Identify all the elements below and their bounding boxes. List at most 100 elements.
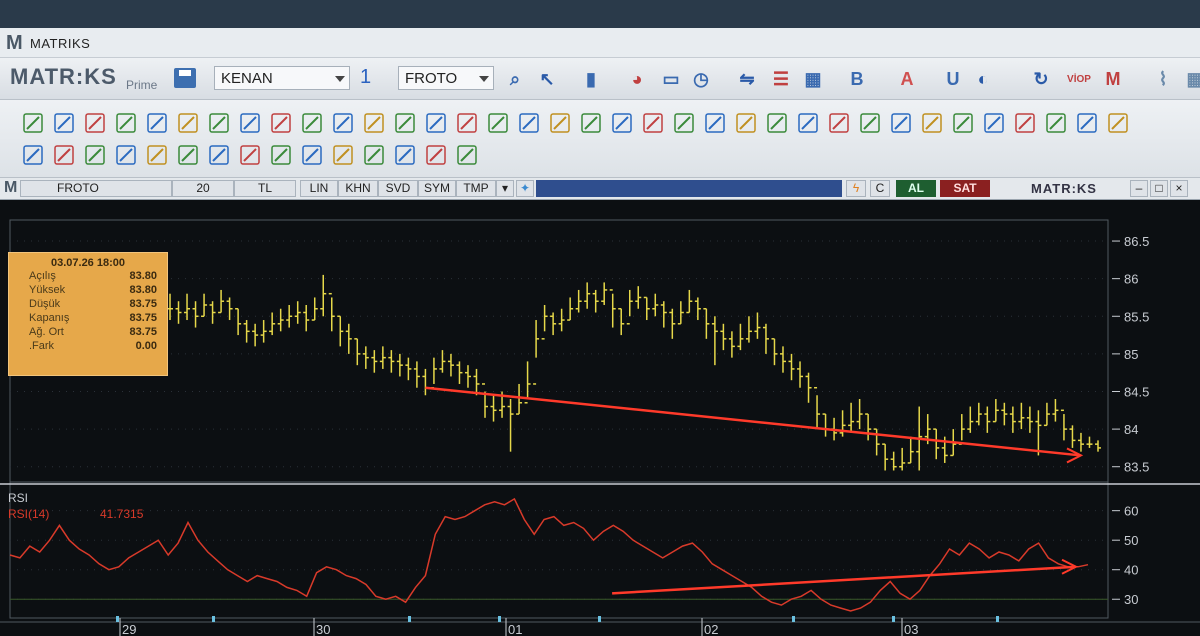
handshake-icon[interactable]: ⇋ (736, 68, 758, 90)
drawing-tool-icon (54, 113, 74, 133)
drawing-tools-strip[interactable] (0, 100, 1200, 178)
m-logo-icon[interactable]: M (1102, 68, 1124, 90)
ohlc-bar (618, 307, 625, 336)
user-select[interactable]: KENAN (214, 66, 350, 90)
c-button[interactable]: C (870, 180, 890, 197)
ohlc-bar (269, 312, 276, 336)
symbol-select[interactable]: FROTO (398, 66, 494, 90)
rsi-last-value: 41.7315 (100, 507, 144, 521)
sell-button[interactable]: SAT (940, 180, 990, 197)
ohlc-bar (328, 292, 335, 332)
ohlc-bar (567, 297, 574, 321)
chart-currency[interactable]: TL (234, 180, 296, 197)
tool-stroke (1018, 116, 1032, 130)
close-icon[interactable]: × (1170, 180, 1188, 197)
drawing-tool-icon (705, 113, 725, 133)
save-icon[interactable] (174, 68, 196, 88)
drawing-tool-icon (1108, 113, 1128, 133)
drawing-tool-icon (364, 145, 384, 165)
chart-area[interactable]: 86.5 86 85.5 85 84.5 84 83.5 60 50 40 30 RSI RSI(14)… (0, 200, 1200, 636)
ohlc-bar (907, 436, 914, 464)
table-icon[interactable]: ▦ (802, 68, 824, 90)
ohlc-bar (413, 361, 420, 388)
drawing-tool-icon (333, 145, 353, 165)
refresh-icon[interactable]: ↻ (1030, 68, 1052, 90)
ohlc-bar (558, 308, 565, 332)
ohlc-bar (362, 346, 369, 369)
bar-chart-icon[interactable]: ▮ (580, 68, 602, 90)
price-rsi-chart[interactable]: 86.5 86 85.5 85 84.5 84 83.5 60 50 40 30 RSI RSI(14)… (0, 200, 1200, 636)
tool-stroke (863, 116, 877, 130)
layout-select[interactable]: 1 (360, 66, 394, 90)
font-color-icon[interactable]: A (896, 68, 918, 90)
pie-chart-icon[interactable]: ◕ (626, 68, 648, 90)
drawing-tool-icon (147, 145, 167, 165)
tool-stroke (243, 148, 257, 162)
info-value: 83.75 (129, 326, 157, 338)
buy-button[interactable]: AL (896, 180, 936, 197)
ohlc-bar (771, 338, 778, 366)
svd-button[interactable]: SVD (378, 180, 418, 197)
tool-stroke (367, 116, 381, 130)
user-select-value: KENAN (221, 70, 273, 87)
tool-stroke (57, 148, 71, 162)
minimize-icon[interactable]: – (1130, 180, 1148, 197)
drawing-tool-icon (674, 113, 694, 133)
drawing-tool-icon (271, 145, 291, 165)
list-icon[interactable]: ☰ (770, 68, 792, 90)
ohlc-info-box: 03.07.26 18:00 Açılış 83.80 Yüksek 83.80 D… (8, 252, 168, 376)
sym-button[interactable]: SYM (418, 180, 456, 197)
ohlc-bar (209, 301, 216, 324)
drawing-tool-icon (426, 113, 446, 133)
monitor-icon[interactable]: ▭ (660, 68, 682, 90)
search-icon[interactable]: ⌕ (504, 68, 526, 90)
tool-stroke (150, 148, 164, 162)
line-chart-icon[interactable]: ⌇ (1152, 68, 1174, 90)
app-logo-icon: M (6, 32, 23, 54)
khn-button[interactable]: KHN (338, 180, 378, 197)
ohlc-bar (984, 406, 991, 433)
lin-button[interactable]: LIN (300, 180, 338, 197)
tool-stroke (491, 116, 505, 130)
bold-icon[interactable]: B (846, 68, 868, 90)
info-row: Kapanış 83.75 (9, 311, 167, 325)
globe-icon[interactable]: ◐ (972, 68, 994, 90)
ohlc-bar (958, 414, 965, 445)
ohlc-bar (992, 399, 999, 423)
ohlc-bar (626, 289, 633, 325)
ohlc-bar (584, 282, 591, 309)
ohlc-bar (686, 289, 693, 314)
ohlc-bar (1086, 436, 1093, 448)
drawing-tool-icon (240, 113, 260, 133)
tool-stroke (274, 148, 288, 162)
tool-stroke (1080, 116, 1094, 130)
restore-icon[interactable]: □ (1150, 180, 1168, 197)
clock-icon[interactable]: ◷ (690, 68, 712, 90)
header-dropdown-icon[interactable]: ▾ (496, 180, 514, 197)
drawing-tool-icon (116, 145, 136, 165)
tool-stroke (429, 148, 443, 162)
tool-stroke (398, 148, 412, 162)
chart-symbol[interactable]: FROTO (20, 180, 172, 197)
underline-icon[interactable]: U (942, 68, 964, 90)
chart-period[interactable]: 20 (172, 180, 234, 197)
viop-icon[interactable]: VİOP (1067, 68, 1091, 90)
info-label: Yüksek (29, 284, 66, 296)
tool-stroke (460, 116, 474, 130)
rsi-panel-frame (9, 481, 1109, 619)
app-window: M MATRIKS MATR:KS Prime KENAN 1 FROTO ⌕ … (0, 28, 1200, 636)
chart-brand: MATR:KS (1031, 181, 1097, 196)
tmp-button[interactable]: TMP (456, 180, 496, 197)
grid-icon[interactable]: ▦ (1184, 68, 1200, 90)
ohlc-bar (1060, 409, 1067, 441)
x-axis-label: 03 (904, 622, 918, 636)
cursor-icon[interactable]: ↖ (536, 68, 558, 90)
twitter-icon[interactable]: ✦ (516, 180, 534, 197)
ohlc-bar (694, 297, 701, 321)
lightning-icon[interactable]: ϟ (846, 180, 866, 197)
tool-stroke (88, 148, 102, 162)
ohlc-bar (643, 296, 650, 321)
ohlc-bar (303, 304, 310, 332)
tool-stroke (708, 116, 722, 130)
ohlc-bar (447, 353, 454, 377)
